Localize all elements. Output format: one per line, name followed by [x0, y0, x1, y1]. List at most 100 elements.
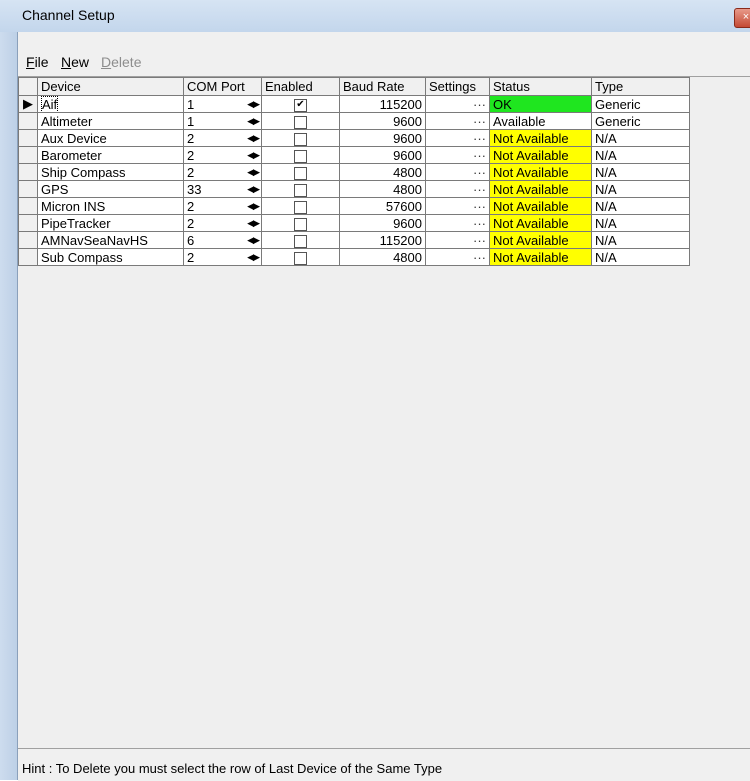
menu-file[interactable]: File: [26, 54, 49, 70]
com-port-cell[interactable]: 2 ◀▶: [183, 197, 262, 215]
baud-rate-cell[interactable]: 4800: [339, 248, 426, 266]
type-cell[interactable]: Generic: [591, 95, 690, 113]
table-row[interactable]: Altimeter 1 ◀▶ 9600 ··· Available Generic: [18, 112, 690, 130]
com-port-spinner[interactable]: ◀▶: [247, 234, 260, 246]
row-indicator[interactable]: [18, 248, 38, 266]
com-port-cell[interactable]: 2 ◀▶: [183, 129, 262, 147]
enabled-checkbox[interactable]: [294, 251, 307, 265]
com-port-spinner[interactable]: ◀▶: [247, 217, 260, 229]
com-port-cell[interactable]: 6 ◀▶: [183, 231, 262, 249]
header-type[interactable]: Type: [591, 77, 690, 96]
settings-button[interactable]: ···: [425, 214, 490, 232]
com-port-cell[interactable]: 1 ◀▶: [183, 112, 262, 130]
header-status[interactable]: Status: [489, 77, 592, 96]
com-port-spinner[interactable]: ◀▶: [247, 149, 260, 161]
com-port-spinner[interactable]: ◀▶: [247, 200, 260, 212]
table-row[interactable]: Ship Compass 2 ◀▶ 4800 ··· Not Available N/A: [18, 163, 690, 181]
table-row[interactable]: PipeTracker 2 ◀▶ 9600 ··· Not Available N/A: [18, 214, 690, 232]
spin-right-icon[interactable]: ▶: [253, 235, 260, 245]
close-button[interactable]: ×: [734, 8, 750, 28]
enabled-checkbox[interactable]: [294, 183, 307, 197]
spin-right-icon[interactable]: ▶: [253, 116, 260, 126]
com-port-cell[interactable]: 2 ◀▶: [183, 163, 262, 181]
type-cell[interactable]: N/A: [591, 248, 690, 266]
settings-button[interactable]: ···: [425, 95, 490, 113]
settings-button[interactable]: ···: [425, 180, 490, 198]
baud-rate-cell[interactable]: 9600: [339, 129, 426, 147]
enabled-checkbox[interactable]: [294, 149, 307, 163]
header-settings[interactable]: Settings: [425, 77, 490, 96]
device-cell[interactable]: AMNavSeaNavHS: [37, 231, 184, 249]
com-port-spinner[interactable]: ◀▶: [247, 115, 260, 127]
settings-button[interactable]: ···: [425, 129, 490, 147]
enabled-checkbox[interactable]: ✔: [294, 98, 307, 112]
device-cell[interactable]: Altimeter: [37, 112, 184, 130]
enabled-checkbox[interactable]: [294, 115, 307, 129]
table-row[interactable]: Sub Compass 2 ◀▶ 4800 ··· Not Available N/A: [18, 248, 690, 266]
device-cell[interactable]: Sub Compass: [37, 248, 184, 266]
header-baud-rate[interactable]: Baud Rate: [339, 77, 426, 96]
row-indicator[interactable]: [18, 163, 38, 181]
settings-button[interactable]: ···: [425, 163, 490, 181]
spin-right-icon[interactable]: ▶: [253, 150, 260, 160]
row-indicator[interactable]: [18, 180, 38, 198]
type-cell[interactable]: N/A: [591, 214, 690, 232]
spin-right-icon[interactable]: ▶: [253, 201, 260, 211]
table-row[interactable]: Barometer 2 ◀▶ 9600 ··· Not Available N/A: [18, 146, 690, 164]
baud-rate-cell[interactable]: 9600: [339, 214, 426, 232]
row-indicator[interactable]: ▶: [18, 95, 38, 113]
table-row[interactable]: Micron INS 2 ◀▶ 57600 ··· Not Available N/A: [18, 197, 690, 215]
type-cell[interactable]: N/A: [591, 163, 690, 181]
table-row[interactable]: GPS 33 ◀▶ 4800 ··· Not Available N/A: [18, 180, 690, 198]
com-port-cell[interactable]: 1 ◀▶: [183, 95, 262, 113]
enabled-checkbox[interactable]: [294, 217, 307, 231]
row-indicator[interactable]: [18, 146, 38, 164]
enabled-checkbox[interactable]: [294, 234, 307, 248]
settings-button[interactable]: ···: [425, 197, 490, 215]
enabled-checkbox[interactable]: [294, 132, 307, 146]
table-row[interactable]: ▶ Aif 1 ◀▶ ✔ 115200 ··· OK Generic: [18, 95, 690, 113]
com-port-spinner[interactable]: ◀▶: [247, 132, 260, 144]
settings-button[interactable]: ···: [425, 146, 490, 164]
com-port-spinner[interactable]: ◀▶: [247, 183, 260, 195]
type-cell[interactable]: N/A: [591, 180, 690, 198]
enabled-checkbox[interactable]: [294, 200, 307, 214]
baud-rate-cell[interactable]: 9600: [339, 146, 426, 164]
device-cell[interactable]: Aif: [37, 95, 184, 113]
com-port-spinner[interactable]: ◀▶: [247, 98, 260, 110]
spin-right-icon[interactable]: ▶: [253, 184, 260, 194]
baud-rate-cell[interactable]: 9600: [339, 112, 426, 130]
device-cell[interactable]: GPS: [37, 180, 184, 198]
baud-rate-cell[interactable]: 115200: [339, 95, 426, 113]
header-com-port[interactable]: COM Port: [183, 77, 262, 96]
device-cell[interactable]: Aux Device: [37, 129, 184, 147]
baud-rate-cell[interactable]: 4800: [339, 180, 426, 198]
settings-button[interactable]: ···: [425, 231, 490, 249]
spin-right-icon[interactable]: ▶: [253, 99, 260, 109]
table-row[interactable]: Aux Device 2 ◀▶ 9600 ··· Not Available N/A: [18, 129, 690, 147]
settings-button[interactable]: ···: [425, 112, 490, 130]
enabled-checkbox[interactable]: [294, 166, 307, 180]
com-port-cell[interactable]: 2 ◀▶: [183, 214, 262, 232]
com-port-spinner[interactable]: ◀▶: [247, 166, 260, 178]
device-cell[interactable]: PipeTracker: [37, 214, 184, 232]
com-port-cell[interactable]: 2 ◀▶: [183, 146, 262, 164]
spin-right-icon[interactable]: ▶: [253, 252, 260, 262]
baud-rate-cell[interactable]: 4800: [339, 163, 426, 181]
spin-right-icon[interactable]: ▶: [253, 218, 260, 228]
row-indicator[interactable]: [18, 129, 38, 147]
type-cell[interactable]: N/A: [591, 146, 690, 164]
com-port-cell[interactable]: 33 ◀▶: [183, 180, 262, 198]
header-device[interactable]: Device: [37, 77, 184, 96]
row-indicator[interactable]: [18, 231, 38, 249]
com-port-spinner[interactable]: ◀▶: [247, 251, 260, 263]
table-row[interactable]: AMNavSeaNavHS 6 ◀▶ 115200 ··· Not Available N/…: [18, 231, 690, 249]
device-cell[interactable]: Barometer: [37, 146, 184, 164]
com-port-cell[interactable]: 2 ◀▶: [183, 248, 262, 266]
baud-rate-cell[interactable]: 115200: [339, 231, 426, 249]
menu-new[interactable]: New: [61, 54, 89, 70]
baud-rate-cell[interactable]: 57600: [339, 197, 426, 215]
spin-right-icon[interactable]: ▶: [253, 167, 260, 177]
type-cell[interactable]: N/A: [591, 197, 690, 215]
type-cell[interactable]: N/A: [591, 231, 690, 249]
